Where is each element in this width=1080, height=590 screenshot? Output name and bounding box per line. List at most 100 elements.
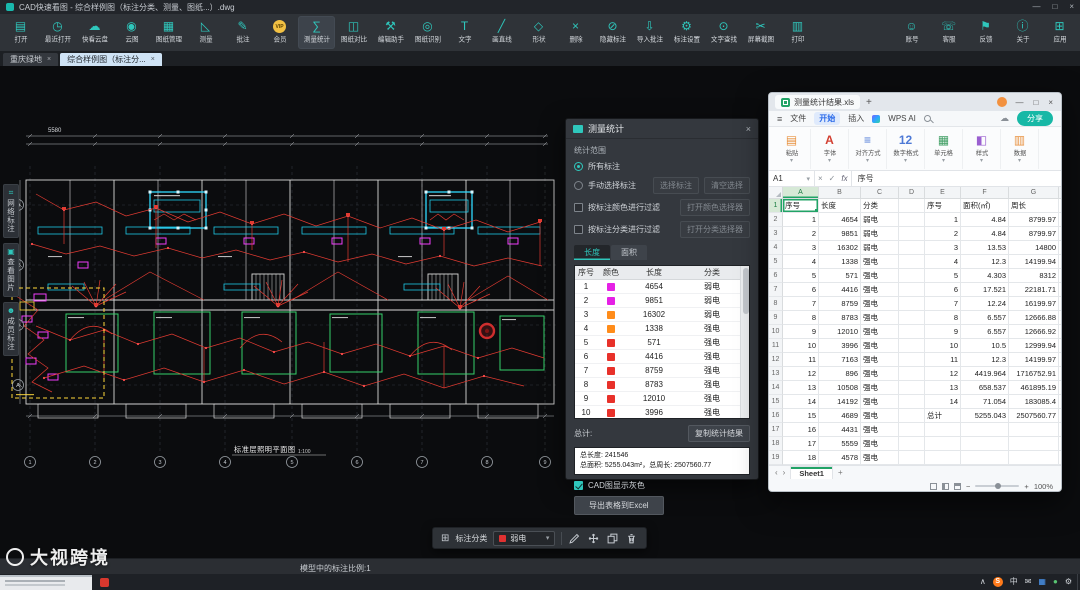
toolbar-item-import-annotations[interactable]: ⇩ 导入批注 bbox=[631, 16, 668, 49]
zoom-out-icon[interactable]: − bbox=[966, 482, 970, 491]
cell[interactable]: 11 bbox=[783, 353, 819, 367]
cell[interactable] bbox=[1059, 311, 1061, 325]
spreadsheet-grid[interactable]: 1 序号 长度 分类 序号 面积(㎡) 周长 2 1 4654 弱电 1 4.84 8799.97 3 2 98… bbox=[769, 199, 1061, 465]
row-header-11[interactable]: 11 bbox=[769, 339, 783, 353]
excel-close-icon[interactable]: × bbox=[1046, 98, 1055, 107]
stats-table-row[interactable]: 4 1338 强电 bbox=[575, 322, 749, 336]
cell[interactable]: 12666.88 bbox=[1009, 311, 1059, 325]
cell[interactable]: 4.84 bbox=[961, 213, 1009, 227]
cell[interactable] bbox=[899, 283, 925, 297]
cell[interactable]: 强电 bbox=[861, 395, 899, 409]
stats-table-row[interactable]: 2 9851 弱电 bbox=[575, 294, 749, 308]
cell[interactable] bbox=[1059, 381, 1061, 395]
export-to-excel-button[interactable]: 导出表格到Excel bbox=[574, 496, 664, 515]
col-header-F[interactable]: F bbox=[961, 187, 1009, 198]
ribbon-group-data[interactable]: ▥ 数据 ▾ bbox=[1001, 128, 1039, 169]
filter-color-checkbox[interactable] bbox=[574, 203, 583, 212]
cell[interactable] bbox=[1009, 451, 1059, 465]
toolbar-item-hide-annotations[interactable]: ⊘ 隐藏标注 bbox=[594, 16, 631, 49]
taskbar-app-icon[interactable] bbox=[100, 578, 109, 587]
cell[interactable]: 461895.19 bbox=[1009, 381, 1059, 395]
cell[interactable] bbox=[1059, 213, 1061, 227]
cloud-sync-icon[interactable]: ☁ bbox=[1000, 113, 1009, 124]
cell[interactable]: 11 bbox=[925, 353, 961, 367]
formula-value[interactable]: 序号 bbox=[850, 171, 1061, 186]
cell[interactable]: 7163 bbox=[819, 353, 861, 367]
stats-table-row[interactable]: 1 4654 弱电 bbox=[575, 280, 749, 294]
cell[interactable]: 22181.71 bbox=[1009, 283, 1059, 297]
row-header-13[interactable]: 13 bbox=[769, 367, 783, 381]
toolbar-item-draw-line[interactable]: ╱ 画直线 bbox=[483, 16, 520, 49]
cell[interactable]: 16302 bbox=[819, 241, 861, 255]
excel-doc-tab[interactable]: 测量统计结果.xls bbox=[775, 95, 860, 109]
cell[interactable] bbox=[1059, 325, 1061, 339]
delete-annotation-icon[interactable] bbox=[625, 532, 638, 545]
cell[interactable] bbox=[1059, 437, 1061, 451]
tab-length[interactable]: 长度 bbox=[574, 245, 610, 260]
tray-hidden-icons-icon[interactable]: ∧ bbox=[980, 574, 986, 590]
ribbon-group-alignment[interactable]: ≡ 对齐方式 ▾ bbox=[849, 128, 887, 169]
excel-maximize-icon[interactable]: □ bbox=[1031, 98, 1040, 107]
toolbar-item-measure-stats[interactable]: ∑ 测量统计 bbox=[298, 16, 335, 49]
cell[interactable]: 5 bbox=[783, 269, 819, 283]
category-select[interactable]: 弱电 ▾ bbox=[493, 530, 556, 546]
toolbar-item-annotate[interactable]: ✎ 批注 bbox=[224, 16, 261, 49]
cell[interactable] bbox=[899, 199, 925, 213]
cell[interactable] bbox=[899, 451, 925, 465]
cell[interactable] bbox=[1059, 423, 1061, 437]
cell[interactable]: 12666.92 bbox=[1009, 325, 1059, 339]
col-header-D[interactable]: D bbox=[899, 187, 925, 198]
cell[interactable] bbox=[899, 297, 925, 311]
cell[interactable] bbox=[899, 367, 925, 381]
dialog-close-icon[interactable]: × bbox=[746, 124, 751, 134]
toolbar-item-cloud-disk[interactable]: ☁ 快看云盘 bbox=[76, 16, 113, 49]
cell[interactable]: 3 bbox=[925, 241, 961, 255]
row-header-4[interactable]: 4 bbox=[769, 241, 783, 255]
name-box[interactable]: A1 ▾ bbox=[769, 171, 815, 186]
cell[interactable]: 8799.97 bbox=[1009, 213, 1059, 227]
cell[interactable] bbox=[1059, 283, 1061, 297]
hamburger-icon[interactable]: ≡ bbox=[777, 114, 782, 124]
cell[interactable]: 8 bbox=[925, 311, 961, 325]
cell[interactable] bbox=[1059, 409, 1061, 423]
tray-message-icon[interactable]: ✉ bbox=[1025, 574, 1032, 590]
cell[interactable] bbox=[1059, 269, 1061, 283]
cell[interactable]: 12.3 bbox=[961, 353, 1009, 367]
stats-table-row[interactable]: 8 8783 强电 bbox=[575, 378, 749, 392]
tray-settings-icon[interactable]: ⚙ bbox=[1065, 574, 1072, 590]
share-button[interactable]: 分享 bbox=[1017, 111, 1053, 126]
cell[interactable]: 14800 bbox=[1009, 241, 1059, 255]
cell[interactable] bbox=[899, 241, 925, 255]
copy-results-button[interactable]: 复制统计结果 bbox=[688, 425, 750, 442]
menu-开始[interactable]: 开始 bbox=[814, 112, 841, 125]
cell[interactable]: 4 bbox=[925, 255, 961, 269]
cell[interactable]: 弱电 bbox=[861, 213, 899, 227]
cell[interactable] bbox=[925, 437, 961, 451]
toolbar-item-about[interactable]: ⓘ 关于 bbox=[1004, 16, 1041, 49]
row-header-3[interactable]: 3 bbox=[769, 227, 783, 241]
cell[interactable]: 6 bbox=[925, 283, 961, 297]
sheet-nav-left-icon[interactable]: ‹ bbox=[775, 468, 778, 477]
toolbar-item-drawing-recognize[interactable]: ◎ 图纸识别 bbox=[409, 16, 446, 49]
toolbar-item-recent-open[interactable]: ◷ 最近打开 bbox=[39, 16, 76, 49]
row-header-2[interactable]: 2 bbox=[769, 213, 783, 227]
ribbon-group-paste[interactable]: ▤ 粘贴 ▾ bbox=[773, 128, 811, 169]
cell[interactable]: 分类 bbox=[861, 199, 899, 213]
zoom-in-icon[interactable]: + bbox=[1024, 482, 1028, 491]
cell[interactable]: 强电 bbox=[861, 353, 899, 367]
col-header-H[interactable]: H bbox=[1059, 187, 1061, 198]
toolbar-item-delete[interactable]: × 删除 bbox=[557, 16, 594, 49]
cell[interactable]: 强电 bbox=[861, 297, 899, 311]
cell[interactable]: 9 bbox=[783, 325, 819, 339]
cell[interactable] bbox=[1059, 451, 1061, 465]
cell[interactable]: 弱电 bbox=[861, 227, 899, 241]
cell[interactable]: 4431 bbox=[819, 423, 861, 437]
account-avatar[interactable] bbox=[997, 97, 1008, 107]
minimize-icon[interactable]: — bbox=[1032, 0, 1040, 14]
cell[interactable]: 10508 bbox=[819, 381, 861, 395]
cell[interactable]: 强电 bbox=[861, 339, 899, 353]
edit-annotation-icon[interactable] bbox=[568, 532, 581, 545]
cell[interactable]: 8312 bbox=[1009, 269, 1059, 283]
cell[interactable]: 571 bbox=[819, 269, 861, 283]
cell[interactable]: 12010 bbox=[819, 325, 861, 339]
